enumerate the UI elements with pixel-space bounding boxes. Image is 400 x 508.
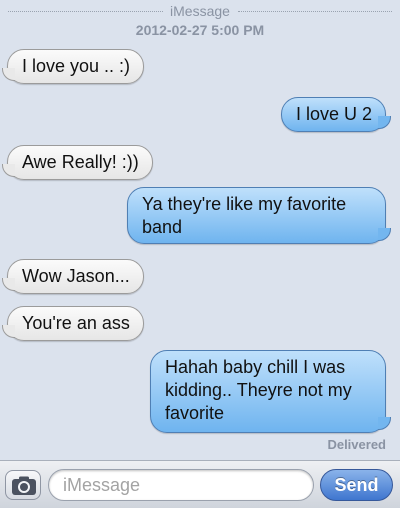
message-bubble-incoming[interactable]: You're an ass: [2, 306, 144, 341]
camera-button[interactable]: [5, 470, 41, 500]
message-bubble-outgoing[interactable]: Ya they're like my favorite band: [127, 187, 391, 244]
thread-timestamp: 2012-02-27 5:00 PM: [135, 22, 265, 38]
message-input[interactable]: [48, 469, 314, 501]
send-button[interactable]: Send: [320, 469, 393, 501]
message-bubble-incoming[interactable]: I love you .. :): [1, 49, 145, 84]
message-thread: iMessage 2012-02-27 5:00 PM I love you .…: [0, 0, 400, 460]
message-bubble-incoming[interactable]: Wow Jason...: [2, 259, 144, 294]
message-bubble-outgoing[interactable]: Hahah baby chill I was kidding.. Theyre …: [150, 350, 391, 433]
message-bubble-incoming[interactable]: Awe Really! :)): [2, 145, 153, 180]
divider-line-right: [238, 11, 392, 12]
message-composer: Send: [0, 460, 400, 508]
message-bubble-outgoing[interactable]: I love U 2: [280, 97, 392, 132]
service-divider: iMessage: [0, 3, 400, 19]
delivery-status: Delivered: [327, 437, 386, 452]
camera-icon: [12, 476, 36, 495]
